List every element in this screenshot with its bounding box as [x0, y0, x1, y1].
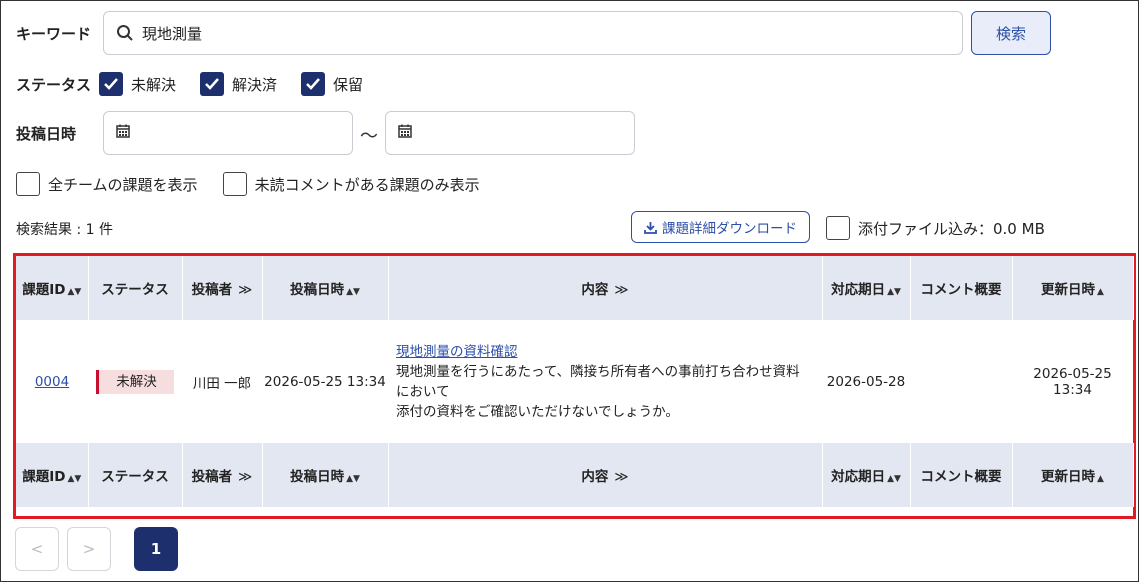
- col-due[interactable]: 対応期日 ▲▼: [822, 256, 911, 320]
- comment-cell: [910, 320, 1012, 443]
- calendar-icon: [116, 124, 130, 142]
- sort-icon: ▲▼: [67, 287, 82, 297]
- issue-body-line: 添付の資料をご確認いただけないでしょうか。: [396, 403, 679, 420]
- show-all-teams-label: 全チームの課題を表示: [48, 175, 198, 194]
- date-from-input[interactable]: [103, 111, 353, 155]
- col-issue-id[interactable]: 課題ID ▲▼: [16, 443, 89, 507]
- status-badge: 未解決: [96, 369, 174, 394]
- poster-cell: 川田 一郎: [192, 375, 252, 392]
- include-attachments-checkbox[interactable]: [826, 216, 850, 240]
- status-onhold-label: 保留: [333, 75, 364, 94]
- show-all-teams-checkbox[interactable]: [16, 172, 40, 196]
- col-status: ステータス: [88, 443, 183, 507]
- issue-title-link[interactable]: 現地測量の資料確認: [396, 342, 822, 362]
- col-status: ステータス: [88, 256, 183, 320]
- keyword-value[interactable]: 現地測量: [142, 23, 202, 44]
- status-resolved-label: 解決済: [232, 75, 278, 94]
- status-resolved-checkbox[interactable]: [200, 72, 225, 96]
- search-button[interactable]: 検索: [971, 11, 1051, 55]
- expand-icon: ≫: [238, 469, 253, 485]
- col-comment: コメント概要: [910, 256, 1013, 320]
- sort-asc-icon: ▲: [1097, 287, 1104, 297]
- col-posted[interactable]: 投稿日時 ▲▼: [262, 256, 389, 320]
- keyword-input[interactable]: 現地測量: [103, 11, 963, 55]
- date-label: 投稿日時: [16, 125, 77, 143]
- unread-only-checkbox[interactable]: [222, 172, 247, 196]
- col-content[interactable]: 内容 ≫: [388, 256, 823, 320]
- calendar-icon: [398, 124, 412, 142]
- due-cell: 2026-05-28: [826, 373, 906, 390]
- sort-icon: ▲▼: [887, 474, 901, 484]
- page-1-button[interactable]: 1: [134, 527, 178, 571]
- col-content[interactable]: 内容 ≫: [388, 443, 823, 507]
- status-unresolved-label: 未解決: [131, 75, 177, 94]
- date-separator: ～: [360, 126, 378, 147]
- search-icon: [116, 24, 134, 42]
- issue-body-line: において: [396, 383, 450, 400]
- next-page-button[interactable]: >: [67, 527, 111, 571]
- sort-icon: ▲▼: [67, 474, 82, 484]
- download-button[interactable]: 課題詳細ダウンロード: [631, 211, 810, 243]
- col-due[interactable]: 対応期日 ▲▼: [822, 443, 911, 507]
- expand-icon: ≫: [238, 282, 253, 298]
- expand-icon: ≫: [614, 282, 629, 298]
- date-to-input[interactable]: [385, 111, 635, 155]
- issue-table: 課題ID ▲▼ ステータス 投稿者 ≫ 投稿日時 ▲▼ 内容 ≫ 対応期日 ▲▼ コメント…: [13, 253, 1136, 519]
- col-updated[interactable]: 更新日時 ▲: [1012, 443, 1134, 507]
- col-posted[interactable]: 投稿日時 ▲▼: [262, 443, 389, 507]
- keyword-label: キーワード: [16, 25, 92, 43]
- issue-id-link[interactable]: 0004: [35, 374, 69, 390]
- status-unresolved-checkbox[interactable]: [99, 72, 124, 96]
- table-footer-row: 課題ID ▲▼ ステータス 投稿者 ≫ 投稿日時 ▲▼ 内容 ≫ 対応期日 ▲▼ コメント…: [16, 443, 1134, 507]
- unread-only-label: 未読コメントがある課題のみ表示: [254, 175, 480, 194]
- col-poster[interactable]: 投稿者 ≫: [182, 443, 263, 507]
- include-attachments-label: 添付ファイル込み：0.0 MB: [858, 219, 1045, 238]
- sort-icon: ▲▼: [346, 474, 360, 484]
- sort-icon: ▲▼: [887, 287, 901, 297]
- col-comment: コメント概要: [910, 443, 1013, 507]
- sort-icon: ▲▼: [346, 287, 360, 297]
- result-count: 検索結果 : 1 件: [16, 222, 113, 238]
- status-label: ステータス: [16, 75, 92, 94]
- prev-page-button[interactable]: <: [15, 527, 59, 571]
- col-issue-id[interactable]: 課題ID ▲▼: [16, 256, 89, 320]
- table-header-row: 課題ID ▲▼ ステータス 投稿者 ≫ 投稿日時 ▲▼ 内容 ≫ 対応期日 ▲▼ コメント…: [16, 256, 1134, 320]
- content-cell: 現地測量の資料確認 現地測量を行うにあたって、隣接ち所有者への事前打ち合わせ資料…: [388, 320, 822, 443]
- col-updated[interactable]: 更新日時 ▲: [1012, 256, 1134, 320]
- sort-asc-icon: ▲: [1097, 474, 1104, 484]
- download-icon: [644, 221, 657, 234]
- col-poster[interactable]: 投稿者 ≫: [182, 256, 263, 320]
- updated-cell: 2026-05-25 13:34: [1033, 365, 1112, 398]
- expand-icon: ≫: [614, 469, 629, 485]
- download-label: 課題詳細ダウンロード: [662, 221, 797, 237]
- table-row: 0004 未解決 川田 一郎 2026-05-25 13:34 現地測量の資料確…: [16, 320, 1133, 443]
- issue-body-line: 現地測量を行うにあたって、隣接ち所有者への事前打ち合わせ資料: [396, 363, 800, 380]
- posted-cell: 2026-05-25 13:34: [264, 373, 386, 390]
- status-onhold-checkbox[interactable]: [301, 72, 326, 96]
